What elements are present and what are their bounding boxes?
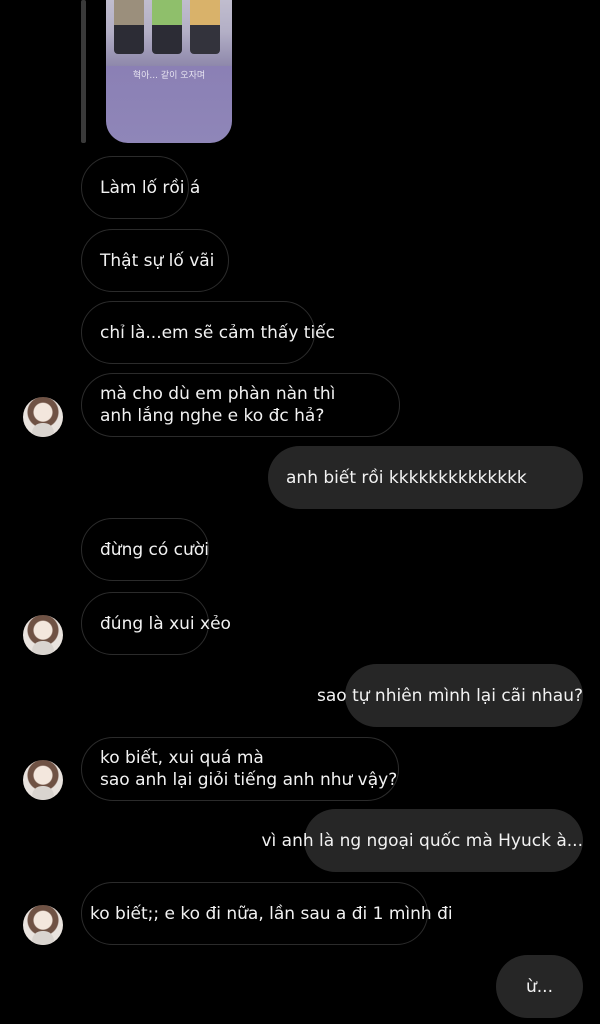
message-text: ừ... (526, 976, 553, 997)
message-text: đúng là xui xẻo (100, 613, 231, 634)
contact-avatar[interactable] (23, 760, 63, 800)
contact-avatar[interactable] (23, 905, 63, 945)
message-text: Làm lố rồi á (100, 177, 201, 198)
shared-post-caption: 혁아... 같이 오자며 (132, 71, 206, 81)
incoming-message-bubble[interactable]: Làm lố rồi á (81, 156, 200, 219)
person-figure (190, 0, 220, 54)
incoming-message-bubble[interactable]: đúng là xui xẻo (81, 592, 231, 655)
message-text-line: mà cho dù em phàn nàn thì (100, 384, 336, 404)
person-figure (114, 0, 144, 54)
message-text-line: ko biết, xui quá mà (100, 748, 264, 768)
message-text-line: sao anh lại giỏi tiếng anh như vậy? (100, 770, 398, 790)
reply-indicator-bar (81, 0, 86, 143)
message-text-line: anh lắng nghe e ko đc hả? (100, 406, 325, 426)
outgoing-message-bubble[interactable]: vì anh là ng ngoại quốc mà Hyuck à... (261, 809, 583, 872)
shared-post-image (106, 0, 232, 66)
incoming-message-bubble[interactable]: đừng có cười (81, 518, 209, 581)
incoming-message-bubble[interactable]: Thật sự lố vãi (81, 229, 229, 292)
outgoing-message-bubble[interactable]: anh biết rồi kkkkkkkkkkkkkk (268, 446, 583, 509)
message-text: sao tự nhiên mình lại cãi nhau? (317, 685, 583, 706)
incoming-message-bubble[interactable]: ko biết;; e ko đi nữa, lần sau a đi 1 mì… (81, 882, 453, 945)
message-text: vì anh là ng ngoại quốc mà Hyuck à... (261, 830, 583, 851)
incoming-message-bubble[interactable]: ko biết, xui quá mà sao anh lại giỏi tiế… (81, 737, 399, 801)
contact-avatar[interactable] (23, 615, 63, 655)
shared-post-card[interactable]: 혁아... 같이 오자며 (106, 0, 232, 143)
message-text: đừng có cười (100, 539, 209, 560)
outgoing-message-bubble[interactable]: ừ... (496, 955, 583, 1018)
outgoing-message-bubble[interactable]: sao tự nhiên mình lại cãi nhau? (317, 664, 583, 727)
incoming-message-bubble[interactable]: mà cho dù em phàn nàn thì anh lắng nghe … (81, 373, 400, 437)
person-figure (152, 0, 182, 54)
incoming-message-bubble[interactable]: chỉ là...em sẽ cảm thấy tiếc (81, 301, 335, 364)
contact-avatar[interactable] (23, 397, 63, 437)
message-text: chỉ là...em sẽ cảm thấy tiếc (100, 322, 335, 343)
message-text: ko biết;; e ko đi nữa, lần sau a đi 1 mì… (90, 903, 453, 924)
message-text: anh biết rồi kkkkkkkkkkkkkk (286, 467, 527, 488)
message-text: Thật sự lố vãi (100, 250, 215, 271)
